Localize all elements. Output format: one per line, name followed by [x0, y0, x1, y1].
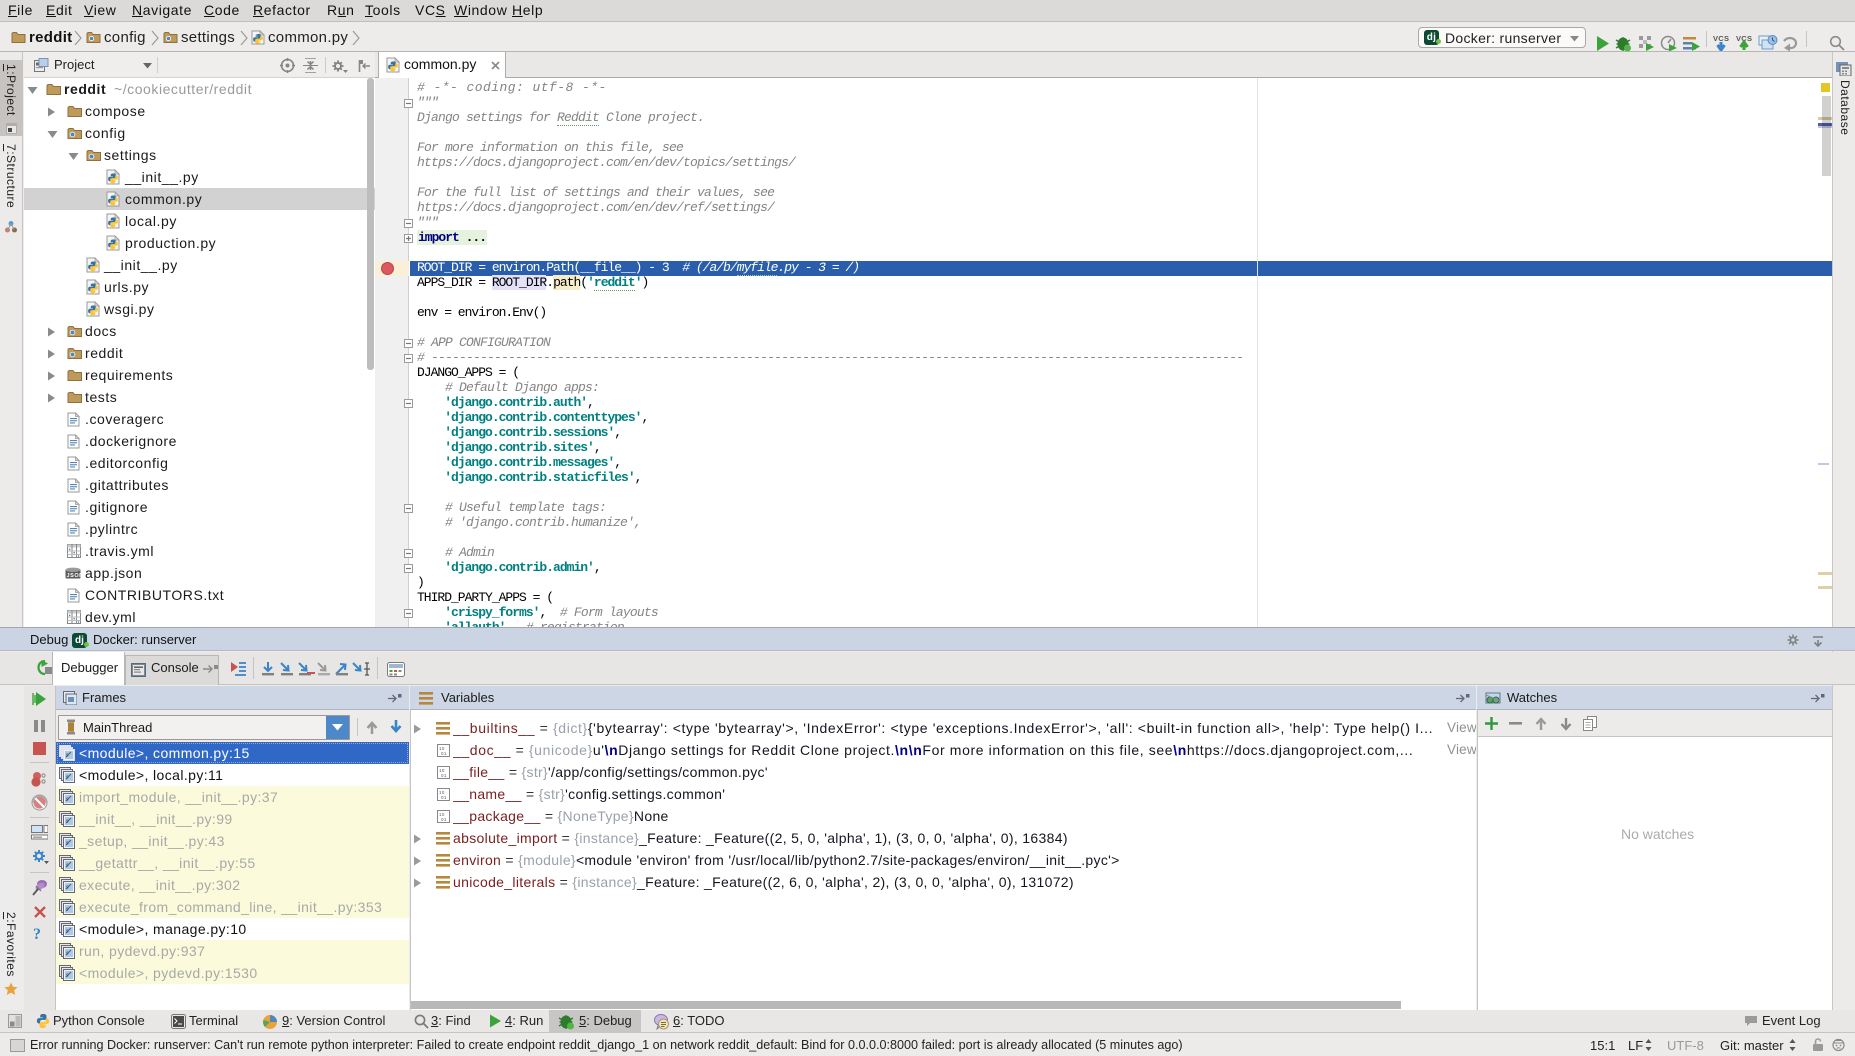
svg-text:01: 01 — [441, 795, 447, 800]
svg-text:s: s — [66, 907, 69, 913]
svg-text:s: s — [66, 885, 69, 891]
svg-text:01: 01 — [441, 773, 447, 778]
svg-text:s: s — [66, 819, 69, 825]
svg-text:JSON: JSON — [67, 573, 82, 579]
svg-text:01: 01 — [441, 751, 447, 756]
svg-text:s: s — [66, 929, 69, 935]
svg-text:s: s — [66, 841, 69, 847]
svg-text:s: s — [66, 797, 69, 803]
svg-text:01: 01 — [441, 817, 447, 822]
svg-text:s: s — [66, 973, 69, 979]
svg-text:s: s — [66, 775, 69, 781]
svg-text:s: s — [66, 863, 69, 869]
svg-text:s: s — [66, 951, 69, 957]
svg-text:VCS: VCS — [1713, 34, 1729, 43]
svg-text:s: s — [66, 753, 69, 759]
